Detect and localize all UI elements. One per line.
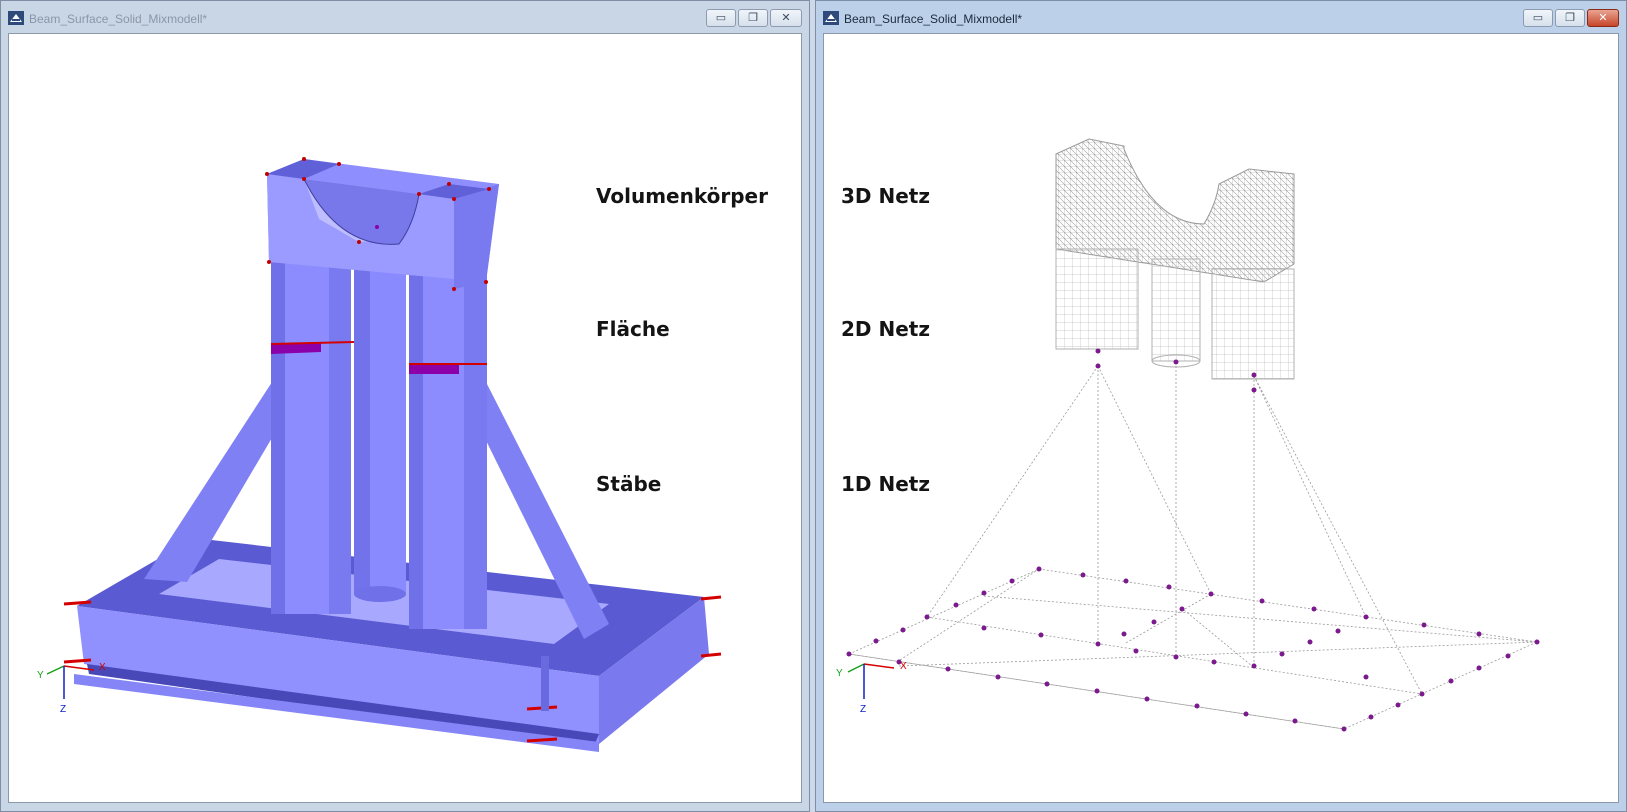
minimize-icon: ▭ — [715, 11, 727, 24]
restore-button[interactable]: ❐ — [738, 9, 768, 27]
restore-icon: ❐ — [1565, 11, 1575, 24]
window-right: Beam_Surface_Solid_Mixmodell* ▭ ❐ ✕ 3D N… — [815, 0, 1627, 812]
label-mesh-3d: 3D Netz — [841, 184, 930, 208]
model-viewport-left[interactable]: Volumenkörper Fläche Stäbe X Y Z — [8, 33, 802, 803]
close-button[interactable]: ✕ — [770, 9, 802, 27]
label-members: Stäbe — [596, 472, 662, 496]
restore-button[interactable]: ❐ — [1555, 9, 1585, 27]
close-icon: ✕ — [781, 11, 791, 24]
axis-z-label: Z — [860, 704, 867, 715]
app-icon — [823, 11, 839, 25]
mesh-rendering — [846, 138, 1540, 732]
label-mesh-1d: 1D Netz — [841, 472, 930, 496]
window-title: Beam_Surface_Solid_Mixmodell* — [844, 12, 1023, 26]
window-left: Beam_Surface_Solid_Mixmodell* ▭ ❐ ✕ Volu… — [0, 0, 810, 812]
label-surface: Fläche — [596, 317, 670, 341]
axis-triad-right — [847, 663, 895, 699]
mesh-viewport-right[interactable]: 3D Netz 2D Netz 1D Netz X Y Z — [823, 33, 1619, 803]
minimize-button[interactable]: ▭ — [1523, 9, 1553, 27]
label-solid: Volumenkörper — [596, 184, 768, 208]
axis-y-label: Y — [836, 668, 843, 679]
close-button[interactable]: ✕ — [1587, 9, 1619, 27]
minimize-button[interactable]: ▭ — [706, 9, 736, 27]
window-title: Beam_Surface_Solid_Mixmodell* — [29, 12, 208, 26]
label-mesh-2d: 2D Netz — [841, 317, 930, 341]
axis-y-label: Y — [37, 670, 44, 681]
axis-z-label: Z — [60, 704, 67, 715]
axis-x-label: X — [900, 661, 907, 672]
model-rendering — [46, 157, 722, 752]
close-icon: ✕ — [1598, 11, 1608, 24]
app-icon — [8, 11, 24, 25]
minimize-icon: ▭ — [1532, 11, 1544, 24]
titlebar-left[interactable]: Beam_Surface_Solid_Mixmodell* ▭ ❐ ✕ — [1, 1, 809, 33]
titlebar-right[interactable]: Beam_Surface_Solid_Mixmodell* ▭ ❐ ✕ — [816, 1, 1626, 33]
axis-x-label: X — [99, 662, 106, 673]
restore-icon: ❐ — [748, 11, 758, 24]
